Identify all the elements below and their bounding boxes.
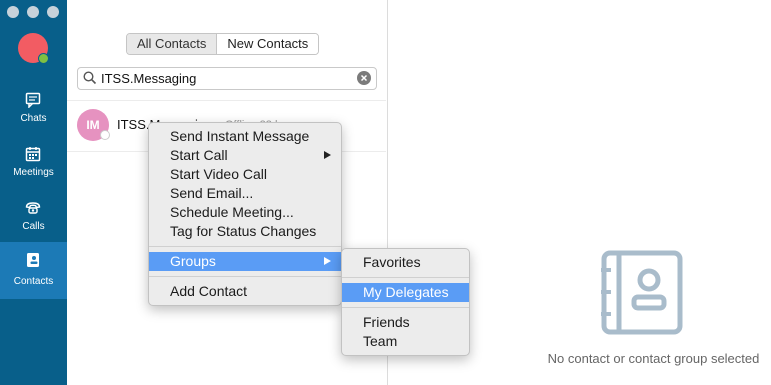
- presence-offline-icon: [100, 130, 110, 140]
- nav-chats[interactable]: Chats: [0, 88, 67, 140]
- submenu-my-delegates[interactable]: My Delegates: [342, 283, 469, 302]
- menu-divider: [342, 307, 469, 308]
- search-input-value: ITSS.Messaging: [101, 71, 197, 86]
- menu-start-video-call[interactable]: Start Video Call: [149, 165, 341, 184]
- nav-meetings[interactable]: Meetings: [0, 142, 67, 194]
- submenu-arrow-icon: [324, 151, 331, 159]
- menu-send-instant-message[interactable]: Send Instant Message: [149, 127, 341, 146]
- menu-schedule-meeting[interactable]: Schedule Meeting...: [149, 203, 341, 222]
- menu-tag-status-changes[interactable]: Tag for Status Changes: [149, 222, 341, 241]
- submenu-team[interactable]: Team: [342, 332, 469, 351]
- submenu-friends[interactable]: Friends: [342, 313, 469, 332]
- menu-send-email[interactable]: Send Email...: [149, 184, 341, 203]
- menu-divider: [149, 246, 341, 247]
- menu-groups[interactable]: Groups: [149, 252, 341, 271]
- menu-start-call[interactable]: Start Call: [149, 146, 341, 165]
- tab-new-contacts[interactable]: New Contacts: [217, 34, 319, 54]
- chat-icon: [25, 92, 41, 108]
- zoom-window-button[interactable]: [47, 6, 59, 18]
- menu-divider: [342, 277, 469, 278]
- sidebar: Chats Meetings Calls Contacts: [0, 0, 67, 385]
- search-input[interactable]: ITSS.Messaging: [77, 67, 377, 90]
- submenu-arrow-icon: [324, 257, 331, 265]
- phone-icon: [25, 202, 41, 214]
- nav-calls-label: Calls: [22, 221, 45, 232]
- nav-meetings-label: Meetings: [13, 167, 54, 178]
- menu-divider: [149, 276, 341, 277]
- contact-card-icon: [27, 253, 39, 267]
- presence-available-icon: [38, 53, 49, 64]
- calendar-icon: [25, 147, 41, 162]
- minimize-window-button[interactable]: [27, 6, 39, 18]
- contact-book-icon: [601, 250, 683, 335]
- nav-contacts[interactable]: Contacts: [0, 242, 67, 299]
- nav-chats-label: Chats: [20, 113, 47, 124]
- contacts-segmented-control: All Contacts New Contacts: [126, 33, 320, 55]
- contact-context-menu: Send Instant Message Start Call Start Vi…: [148, 122, 342, 306]
- menu-groups-label: Groups: [170, 253, 216, 269]
- search-icon: [83, 71, 97, 85]
- close-window-button[interactable]: [7, 6, 19, 18]
- menu-add-contact[interactable]: Add Contact: [149, 282, 341, 301]
- clear-search-icon[interactable]: [357, 71, 371, 85]
- tab-all-contacts[interactable]: All Contacts: [127, 34, 218, 54]
- nav-contacts-label: Contacts: [13, 276, 54, 287]
- submenu-favorites[interactable]: Favorites: [342, 253, 469, 272]
- menu-start-call-label: Start Call: [170, 147, 228, 163]
- nav-calls[interactable]: Calls: [0, 196, 67, 248]
- groups-submenu: Favorites My Delegates Friends Team: [341, 248, 470, 356]
